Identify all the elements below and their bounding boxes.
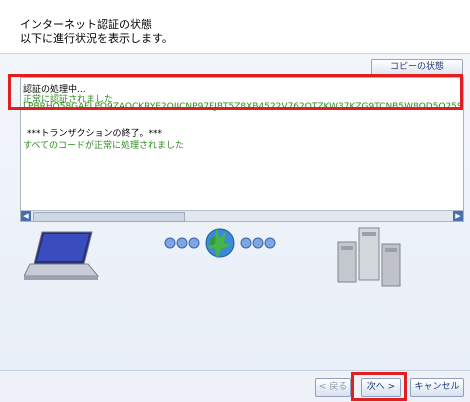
triangle-left-icon[interactable]: ◀ [21, 211, 31, 221]
scrollbar-thumb[interactable] [33, 212, 185, 222]
log-all-codes-done: すべてのコードが正常に処理されました [23, 141, 185, 151]
copy-status-button[interactable]: コピーの状態 [371, 59, 463, 75]
cancel-button[interactable]: キャンセル [410, 378, 464, 397]
server-icon [337, 227, 401, 287]
horizontal-scrollbar[interactable]: ◀ ▶ [21, 210, 463, 222]
back-button[interactable]: < 戻る [315, 378, 351, 397]
highlight-box-next [351, 372, 407, 401]
laptop-icon [24, 231, 100, 280]
highlight-box-log [8, 74, 463, 110]
wizard-header: インターネット認証の状態 以下に進行状況を表示します。 [0, 0, 470, 52]
triangle-right-icon[interactable]: ▶ [453, 211, 463, 221]
globe-progress-icon [164, 228, 276, 259]
page-subtitle: 以下に進行状況を表示します。 [20, 32, 173, 45]
